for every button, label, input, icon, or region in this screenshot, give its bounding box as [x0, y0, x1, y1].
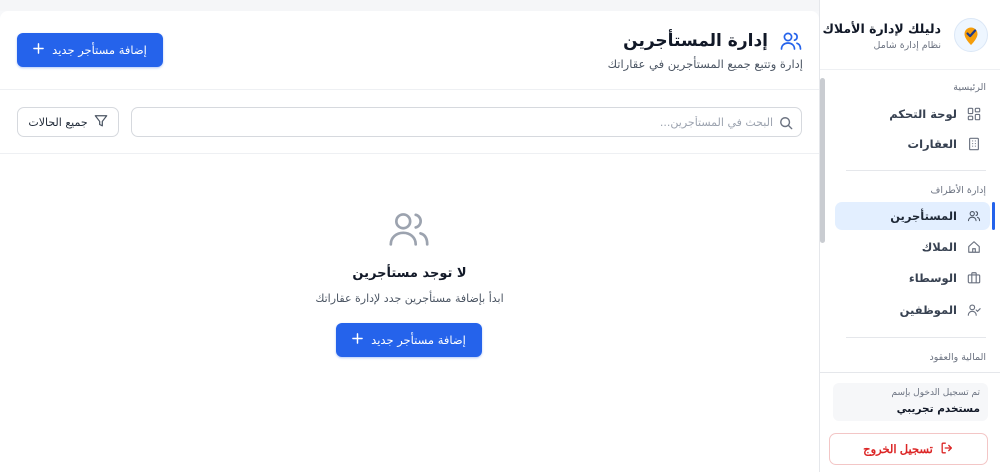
- dashboard-icon: [966, 106, 982, 122]
- sidebar-item-tenants[interactable]: المستأجرين: [835, 202, 995, 230]
- users-icon: [779, 29, 803, 53]
- sidebar-item-brokers[interactable]: الوسطاء: [835, 264, 990, 292]
- plus-icon: [352, 333, 363, 347]
- building-icon: [966, 136, 982, 152]
- add-tenant-button[interactable]: إضافة مستأجر جديد: [17, 33, 163, 67]
- sidebar-item-employees[interactable]: الموظفين: [835, 296, 990, 324]
- filter-bar: جميع الحالات: [0, 90, 819, 154]
- sidebar-scrollbar[interactable]: [820, 78, 825, 243]
- empty-add-tenant-button-label: إضافة مستأجر جديد: [371, 333, 466, 347]
- users-icon: [966, 208, 982, 224]
- top-strip: [0, 0, 819, 11]
- status-filter-value: جميع الحالات: [28, 115, 88, 129]
- tenants-card: إدارة المستأجرين إدارة وتتبع جميع المستأ…: [0, 11, 819, 472]
- page-title: إدارة المستأجرين: [623, 31, 768, 51]
- users-icon: [386, 206, 432, 252]
- filter-icon: [94, 114, 108, 131]
- sidebar-brand: دليلك لإدارة الأملاك نظام إدارة شامل: [820, 0, 1000, 70]
- nav-section-finance: المالية والعقود: [929, 352, 986, 363]
- home-icon: [966, 239, 982, 255]
- sidebar-item-label: لوحة التحكم: [889, 107, 957, 121]
- empty-add-tenant-button[interactable]: إضافة مستأجر جديد: [336, 323, 482, 357]
- sidebar: دليلك لإدارة الأملاك نظام إدارة شامل الر…: [819, 0, 1000, 472]
- logout-icon: [940, 441, 954, 458]
- user-name: مستخدم تجريبي: [896, 403, 980, 415]
- sidebar-item-label: الوسطاء: [908, 271, 957, 285]
- logged-in-label: تم تسجيل الدخول بإسم: [891, 388, 980, 398]
- empty-state-title: لا توجد مستأجرين: [352, 266, 467, 281]
- status-filter-dropdown[interactable]: جميع الحالات: [17, 107, 119, 137]
- sidebar-nav[interactable]: الرئيسية لوحة التحكم العقارات إدارة الأط…: [824, 75, 1000, 370]
- plus-icon: [33, 43, 44, 57]
- nav-section-main: الرئيسية: [953, 82, 986, 93]
- divider: [846, 337, 986, 338]
- search-box: [131, 107, 802, 137]
- sidebar-item-label: الملاك: [921, 240, 957, 254]
- sidebar-item-dashboard[interactable]: لوحة التحكم: [835, 100, 990, 128]
- page-subtitle: إدارة وتتبع جميع المستأجرين في عقاراتك: [607, 57, 803, 71]
- sidebar-item-owners[interactable]: الملاك: [835, 233, 990, 261]
- nav-section-parties: إدارة الأطراف: [930, 185, 986, 196]
- brand-title: دليلك لإدارة الأملاك: [822, 21, 941, 36]
- app-logo: [954, 18, 988, 52]
- sidebar-item-label: العقارات: [907, 137, 957, 151]
- divider: [846, 170, 986, 171]
- app-root: إدارة المستأجرين إدارة وتتبع جميع المستأ…: [0, 0, 1000, 472]
- empty-state: لا توجد مستأجرين ابدأ بإضافة مستأجرين جد…: [0, 154, 819, 472]
- logout-button[interactable]: تسجيل الخروج: [829, 433, 988, 465]
- user-check-icon: [966, 302, 982, 318]
- page-header: إدارة المستأجرين إدارة وتتبع جميع المستأ…: [0, 11, 819, 90]
- briefcase-icon: [966, 270, 982, 286]
- sidebar-item-label: المستأجرين: [890, 209, 957, 223]
- add-tenant-button-label: إضافة مستأجر جديد: [52, 43, 147, 57]
- sidebar-item-properties[interactable]: العقارات: [835, 130, 990, 158]
- main-content: إدارة المستأجرين إدارة وتتبع جميع المستأ…: [0, 0, 819, 472]
- empty-state-subtitle: ابدأ بإضافة مستأجرين جدد لإدارة عقاراتك: [315, 292, 504, 305]
- sidebar-item-label: الموظفين: [899, 303, 957, 317]
- logout-label: تسجيل الخروج: [863, 444, 933, 456]
- search-input[interactable]: [143, 108, 773, 136]
- user-info: تم تسجيل الدخول بإسم مستخدم تجريبي: [833, 383, 988, 421]
- search-icon: [779, 115, 793, 130]
- brand-subtitle: نظام إدارة شامل: [873, 40, 941, 51]
- sidebar-footer: تم تسجيل الدخول بإسم مستخدم تجريبي تسجيل…: [819, 372, 1000, 472]
